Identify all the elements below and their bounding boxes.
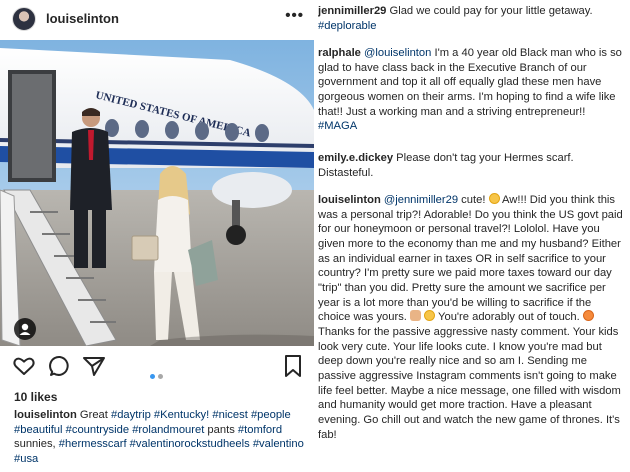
hashtag-nicest[interactable]: #nicest	[212, 409, 247, 421]
person-tag-icon[interactable]	[14, 318, 36, 340]
hashtag-kentucky[interactable]: #Kentucky!	[154, 409, 209, 421]
hashtag-rolandmouret[interactable]: #rolandmouret	[132, 424, 204, 436]
bookmark-icon[interactable]	[282, 354, 304, 383]
comment-icon[interactable]	[48, 354, 72, 383]
comment-mention[interactable]: @jennimiller29	[384, 194, 458, 206]
post-header: louiselinton •••	[0, 0, 314, 38]
comment: jennimiller29 Glad we could pay for your…	[318, 4, 624, 33]
hashtag-valentinorockstudheels[interactable]: #valentinorockstudheels	[130, 438, 250, 450]
laughing-emoji-icon	[488, 193, 500, 204]
caption-text: pants	[204, 423, 238, 436]
hashtag-countryside[interactable]: #countryside	[66, 424, 129, 436]
hashtag-deplorable[interactable]: #deplorable	[318, 20, 376, 32]
heart-icon[interactable]	[12, 354, 36, 383]
carousel-dot-active	[150, 374, 155, 379]
post-actions	[0, 354, 314, 384]
hashtag-usa[interactable]: #usa	[14, 453, 38, 465]
comment-text: Thanks for the passive aggressive nasty …	[318, 325, 621, 441]
more-icon[interactable]: •••	[285, 7, 304, 24]
hashtag-maga[interactable]: #MAGA	[318, 120, 357, 132]
comment-text: Glad we could pay for your little getawa…	[386, 5, 593, 17]
flexed-bicep-emoji-icon	[410, 310, 422, 322]
comment-username[interactable]: jennimiller29	[318, 5, 386, 17]
share-icon[interactable]	[82, 354, 106, 383]
caption-text: sunnies,	[14, 438, 59, 451]
hashtag-beautiful[interactable]: #beautiful	[14, 424, 63, 436]
winking-emoji-icon	[424, 310, 436, 322]
comment-username[interactable]: ralphale	[318, 47, 361, 59]
caption-author[interactable]: louiselinton	[14, 409, 77, 421]
hashtag-people[interactable]: #people	[251, 409, 291, 421]
post-caption: louiselinton Great #daytrip #Kentucky! #…	[14, 408, 306, 466]
carousel-indicator	[150, 366, 166, 384]
heart-eyes-emoji-icon	[582, 310, 594, 322]
comment-username[interactable]: louiselinton	[318, 194, 381, 206]
hashtag-hermesscarf[interactable]: #hermesscarf	[59, 438, 127, 450]
comment-text: Aw!!! Did you think this was a personal …	[318, 194, 623, 324]
instagram-post: louiselinton ••• UNITED STATES OF AMERIC…	[0, 0, 314, 472]
hashtag-valentino[interactable]: #valentino	[253, 438, 304, 450]
comment-username[interactable]: emily.e.dickey	[318, 152, 393, 164]
hashtag-daytrip[interactable]: #daytrip	[111, 409, 151, 421]
comment-text: cute!	[458, 194, 489, 206]
comment: louiselinton @jennimiller29 cute! Aw!!! …	[318, 193, 624, 442]
comments-panel: jennimiller29 Glad we could pay for your…	[318, 0, 630, 472]
avatar[interactable]	[12, 7, 36, 31]
post-username[interactable]: louiselinton	[46, 11, 119, 26]
comment-text: You're adorably out of touch.	[435, 311, 583, 324]
comment-mention[interactable]: @louiselinton	[364, 47, 431, 59]
likes-count[interactable]: 10 likes	[14, 390, 57, 404]
carousel-dot	[158, 374, 163, 379]
post-photo[interactable]: UNITED STATES OF AMERICA	[0, 40, 314, 346]
hashtag-tomford[interactable]: #tomford	[238, 424, 282, 436]
caption-text: Great	[76, 409, 111, 421]
comment: emily.e.dickey Please don't tag your Her…	[318, 151, 624, 180]
comment: ralphale @louiselinton I'm a 40 year old…	[318, 46, 624, 134]
